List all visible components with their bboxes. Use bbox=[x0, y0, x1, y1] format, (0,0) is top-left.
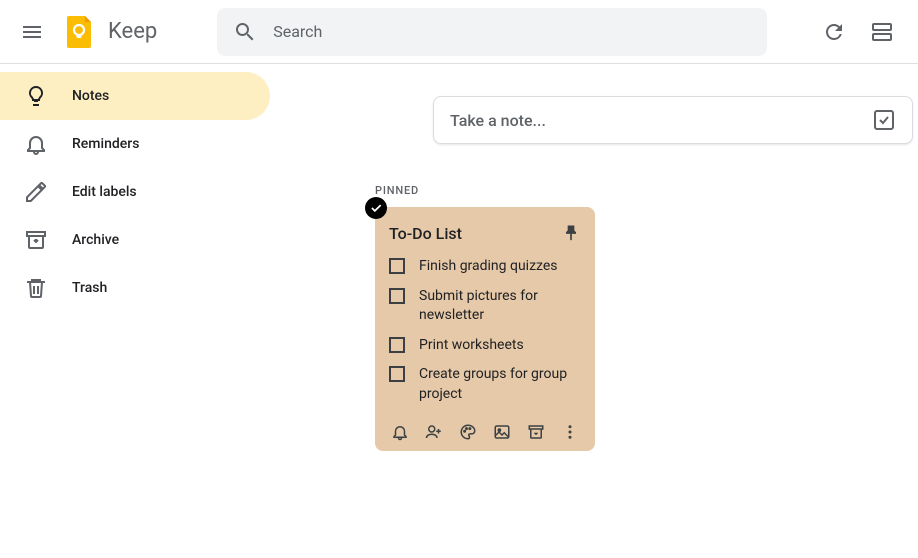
checklist-item[interactable]: Print worksheets bbox=[389, 336, 581, 356]
sidebar-item-label: Reminders bbox=[72, 136, 139, 152]
pin-button[interactable] bbox=[561, 223, 581, 243]
sidebar-item-label: Trash bbox=[72, 280, 107, 296]
pinned-section-label: PINNED bbox=[375, 184, 918, 197]
checklist: Finish grading quizzes Submit pictures f… bbox=[389, 257, 581, 405]
note-card[interactable]: To-Do List Finish grading quizzes Submit… bbox=[375, 207, 595, 451]
more-vert-icon bbox=[561, 423, 579, 441]
pencil-icon bbox=[12, 180, 60, 204]
sidebar-item-label: Edit labels bbox=[72, 184, 137, 200]
keep-logo-icon bbox=[60, 12, 100, 52]
checklist-item[interactable]: Create groups for group project bbox=[389, 365, 581, 404]
add-image-button[interactable] bbox=[493, 423, 511, 441]
list-view-icon bbox=[870, 20, 894, 44]
sidebar: Notes Reminders Edit labels Archive Tras… bbox=[0, 64, 280, 558]
take-note-placeholder: Take a note... bbox=[450, 111, 872, 130]
take-note-input[interactable]: Take a note... bbox=[433, 96, 913, 144]
collaborator-button[interactable] bbox=[425, 423, 443, 441]
search-bar[interactable]: Search bbox=[217, 8, 767, 56]
image-icon bbox=[493, 423, 511, 441]
lightbulb-icon bbox=[12, 84, 60, 108]
new-list-button[interactable] bbox=[872, 108, 896, 132]
select-note-button[interactable] bbox=[365, 197, 387, 219]
background-options-button[interactable] bbox=[459, 423, 477, 441]
checklist-item-text: Submit pictures for newsletter bbox=[419, 287, 581, 326]
archive-icon bbox=[527, 423, 545, 441]
hamburger-icon bbox=[20, 20, 44, 44]
list-view-button[interactable] bbox=[862, 12, 902, 52]
refresh-icon bbox=[822, 20, 846, 44]
header-actions bbox=[814, 12, 910, 52]
checkbox-icon[interactable] bbox=[389, 337, 405, 353]
bell-icon bbox=[391, 423, 409, 441]
app-name: Keep bbox=[108, 19, 157, 44]
refresh-button[interactable] bbox=[814, 12, 854, 52]
bell-icon bbox=[12, 132, 60, 156]
logo[interactable]: Keep bbox=[60, 12, 157, 52]
main-content: Take a note... PINNED To-Do List Finish … bbox=[280, 64, 918, 558]
sidebar-item-edit-labels[interactable]: Edit labels bbox=[0, 168, 270, 216]
checklist-item-text: Print worksheets bbox=[419, 336, 524, 356]
header: Keep Search bbox=[0, 0, 918, 64]
checklist-item[interactable]: Finish grading quizzes bbox=[389, 257, 581, 277]
archive-icon bbox=[12, 228, 60, 252]
checklist-item-text: Create groups for group project bbox=[419, 365, 581, 404]
sidebar-item-trash[interactable]: Trash bbox=[0, 264, 270, 312]
person-add-icon bbox=[425, 423, 443, 441]
palette-icon bbox=[459, 423, 477, 441]
sidebar-item-notes[interactable]: Notes bbox=[0, 72, 270, 120]
checkbox-icon[interactable] bbox=[389, 258, 405, 274]
checkbox-icon[interactable] bbox=[389, 288, 405, 304]
note-actions bbox=[389, 423, 581, 441]
menu-button[interactable] bbox=[8, 8, 56, 56]
checkbox-icon[interactable] bbox=[389, 366, 405, 382]
more-button[interactable] bbox=[561, 423, 579, 441]
sidebar-item-label: Archive bbox=[72, 232, 119, 248]
archive-button[interactable] bbox=[527, 423, 545, 441]
checkbox-icon bbox=[872, 108, 896, 132]
check-icon bbox=[369, 201, 383, 215]
sidebar-item-label: Notes bbox=[72, 88, 109, 104]
checklist-item-text: Finish grading quizzes bbox=[419, 257, 558, 277]
search-placeholder: Search bbox=[273, 22, 322, 41]
checklist-item[interactable]: Submit pictures for newsletter bbox=[389, 287, 581, 326]
body: Notes Reminders Edit labels Archive Tras… bbox=[0, 64, 918, 558]
search-icon bbox=[233, 20, 257, 44]
sidebar-item-archive[interactable]: Archive bbox=[0, 216, 270, 264]
pin-icon bbox=[561, 223, 581, 243]
note-title: To-Do List bbox=[389, 224, 462, 243]
sidebar-item-reminders[interactable]: Reminders bbox=[0, 120, 270, 168]
remind-me-button[interactable] bbox=[391, 423, 409, 441]
note-header: To-Do List bbox=[389, 223, 581, 243]
trash-icon bbox=[12, 276, 60, 300]
